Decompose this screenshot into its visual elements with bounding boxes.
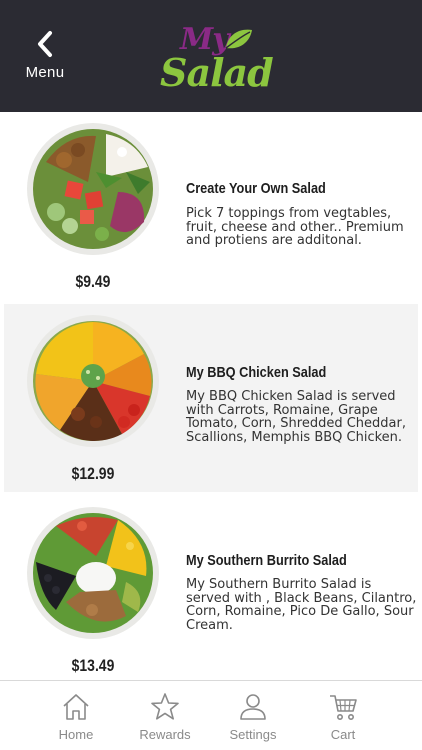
item-description: Pick 7 toppings from vegtables, fruit, c… (186, 206, 404, 248)
app-logo: My Salad (158, 22, 274, 95)
person-icon (240, 694, 266, 720)
tab-rewards-label: Rewards (139, 727, 191, 742)
item-description: My BBQ Chicken Salad is served with Carr… (186, 389, 406, 445)
item-title: Create Your Own Salad (186, 180, 326, 197)
item-price: $12.99 (71, 464, 115, 483)
item-title: My Southern Burrito Salad (186, 552, 347, 569)
tab-settings-label: Settings (229, 727, 277, 742)
back-label: Menu (25, 64, 65, 81)
app-header: Menu My Salad (0, 0, 422, 112)
star-icon (151, 693, 179, 720)
logo-text-salad: Salad (160, 50, 274, 95)
menu-list: Create Your Own Salad Pick 7 toppings fr… (0, 112, 422, 680)
tab-rewards[interactable]: Rewards (120, 681, 210, 750)
item-title: My BBQ Chicken Salad (186, 364, 327, 381)
menu-item[interactable]: My Southern Burrito Salad My Southern Bu… (4, 496, 418, 684)
tab-home-label: Home (58, 727, 94, 742)
home-icon (63, 694, 89, 720)
item-description: My Southern Burrito Salad is served with… (186, 577, 417, 633)
item-price: $9.49 (75, 272, 111, 291)
tab-home[interactable]: Home (31, 681, 121, 750)
chevron-left-icon (38, 31, 52, 57)
item-price: $13.49 (71, 656, 115, 675)
menu-item[interactable]: Create Your Own Salad Pick 7 toppings fr… (4, 112, 418, 300)
tab-settings[interactable]: Settings (208, 681, 298, 750)
tab-cart[interactable]: Cart (298, 681, 388, 750)
cart-icon (330, 695, 357, 720)
back-button[interactable]: Menu (14, 30, 76, 90)
bottom-tab-bar: Home Rewards Settings Cart (0, 680, 422, 750)
menu-item[interactable]: My BBQ Chicken Salad My BBQ Chicken Sala… (4, 304, 418, 492)
salad-bowl-image (27, 123, 159, 255)
tab-cart-label: Cart (330, 727, 356, 742)
salad-bowl-image (27, 507, 159, 639)
salad-bowl-image (27, 315, 159, 447)
